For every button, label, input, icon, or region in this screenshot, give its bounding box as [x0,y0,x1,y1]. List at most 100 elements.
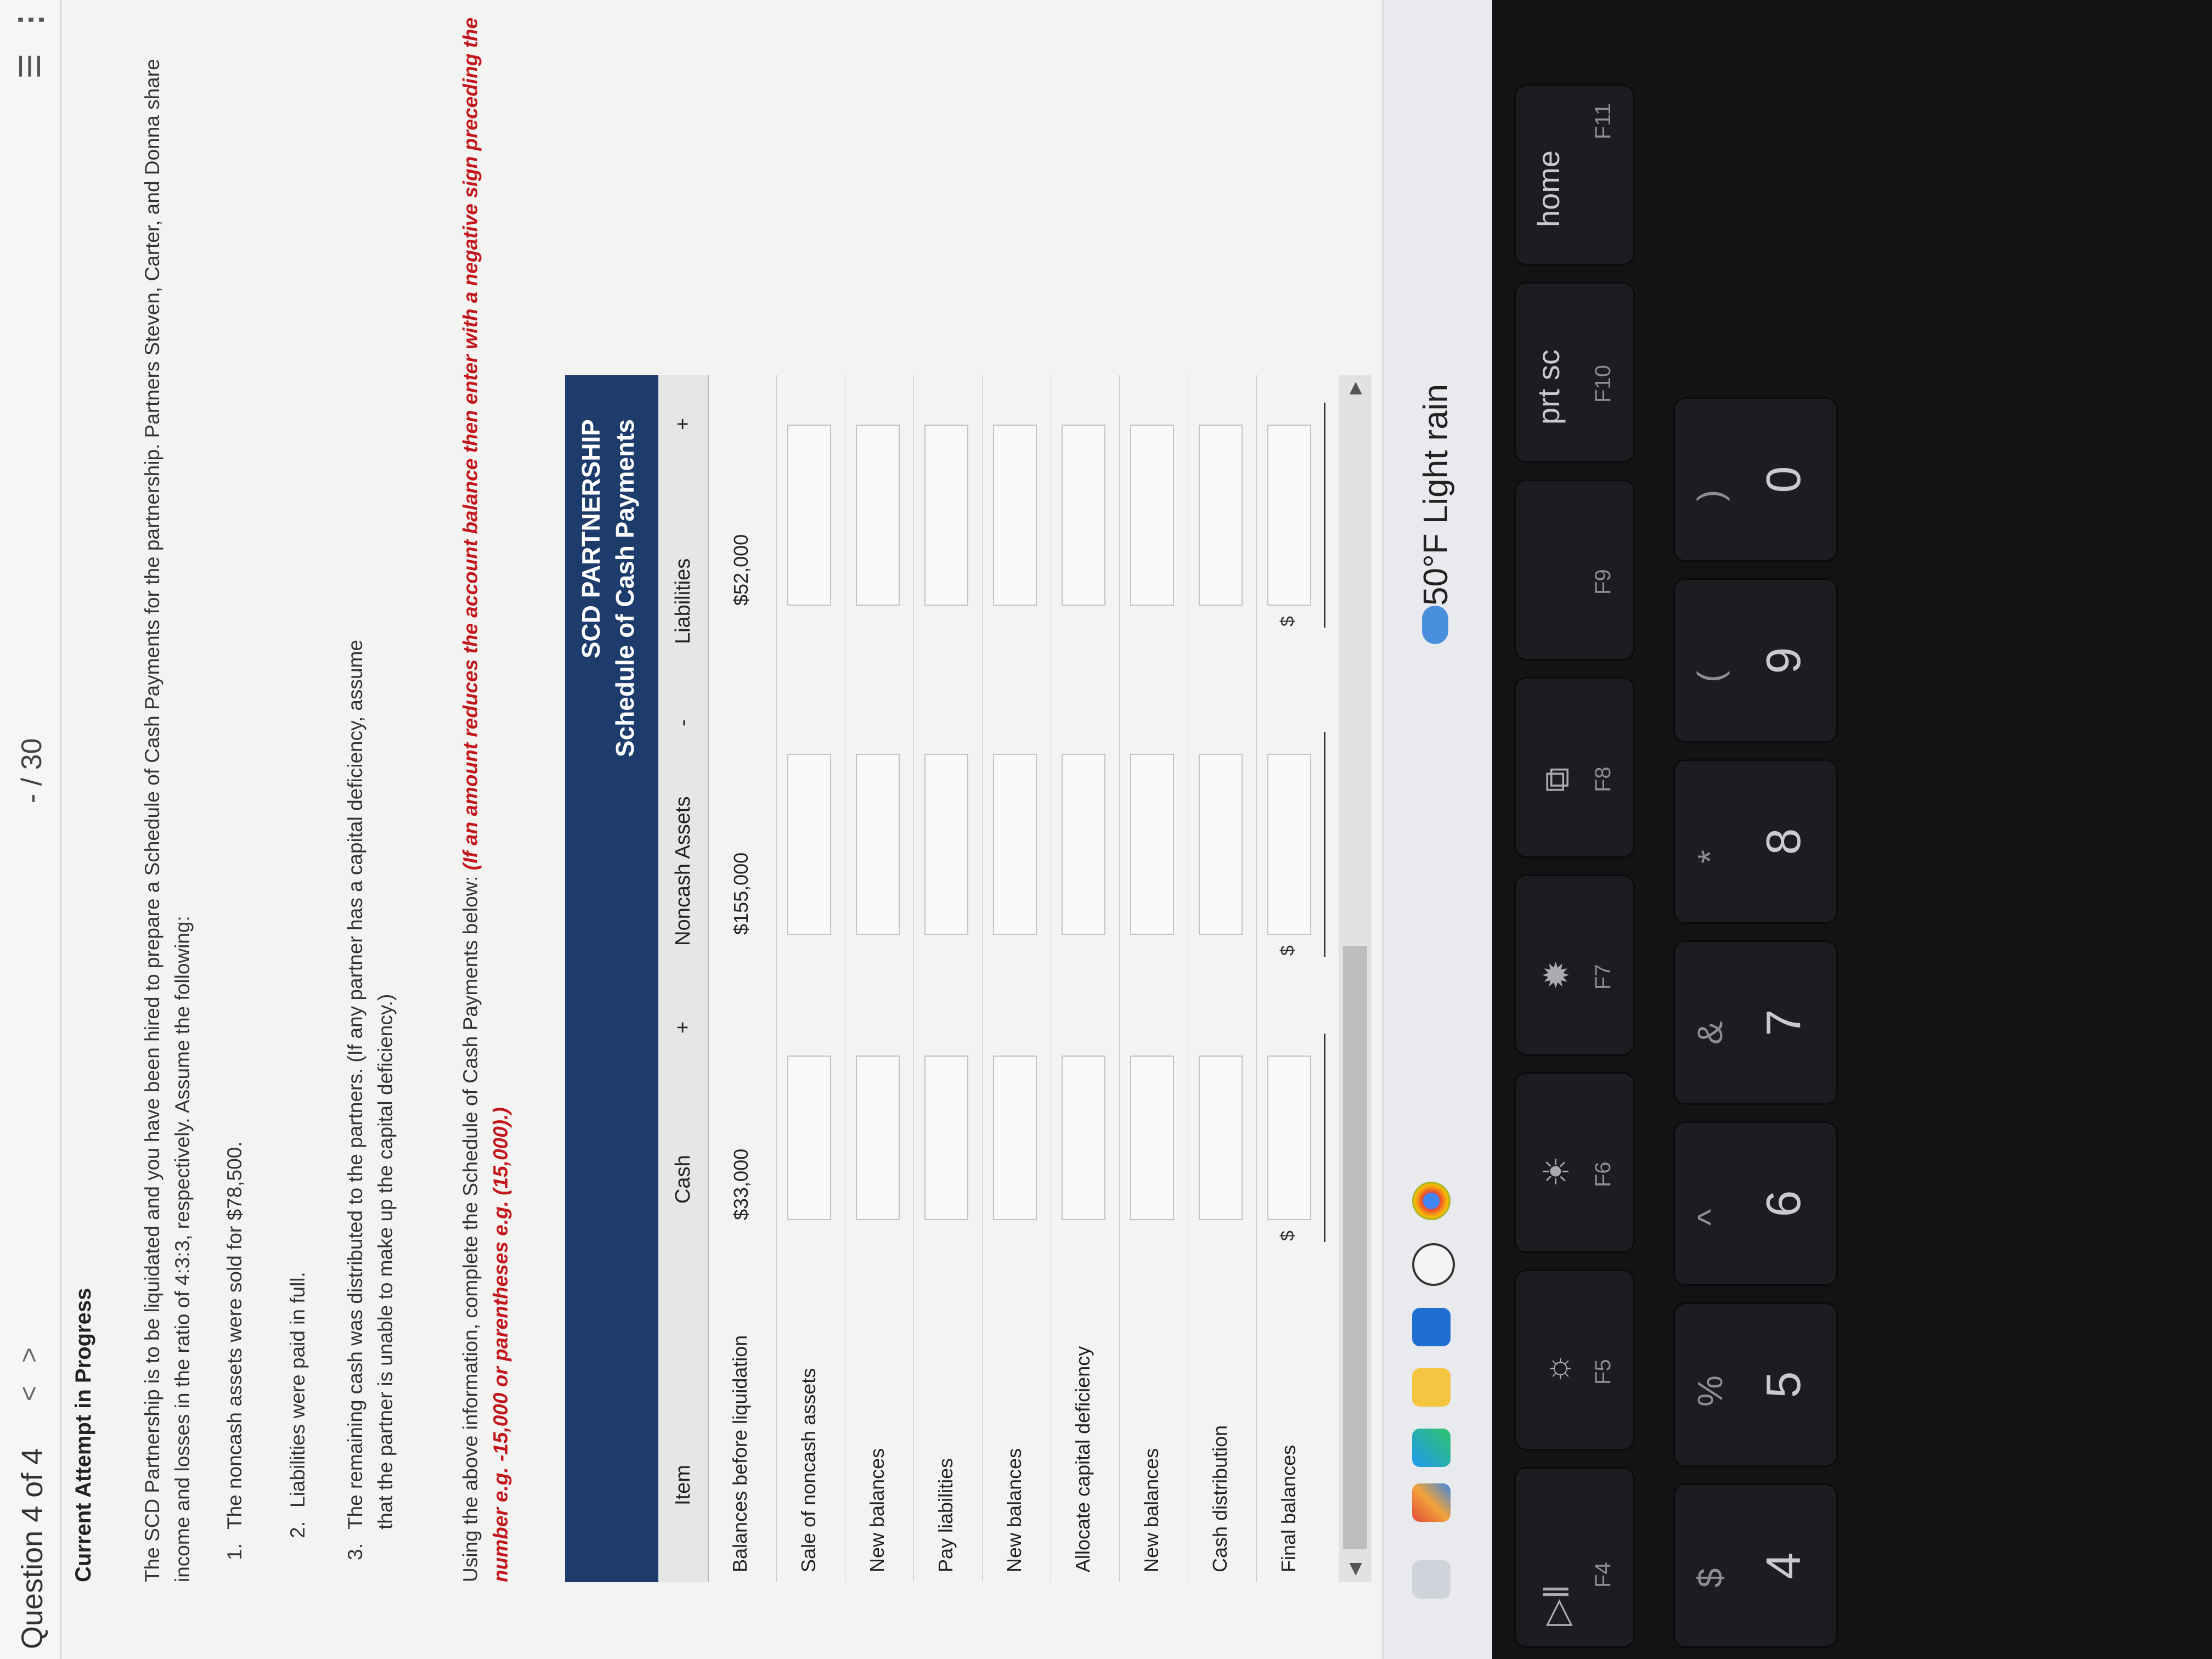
cash-input[interactable] [1199,1056,1243,1220]
play-pause-icon: ▷‖ [1537,1584,1576,1626]
header-cash: Cash [672,1155,695,1204]
noncash-value: $155,000 [730,852,752,935]
header-item: Item [672,1465,695,1505]
dell-icon[interactable] [1412,1243,1455,1286]
operator-plus: + [672,1021,695,1034]
windows-taskbar: 50°F Light rain [1383,0,1492,1659]
key-0[interactable]: ) 0 [1673,397,1838,562]
noncash-input[interactable] [993,754,1037,935]
problem-paragraph: The SCD Partnership is to be liquidated … [141,59,194,1582]
table-row: Allocate capital deficiency [1051,375,1120,1582]
total-underline [1324,1034,1325,1242]
key-f11[interactable]: home F11 [1514,84,1635,266]
cash-value: $33,000 [730,1148,752,1220]
next-question-button[interactable]: > [14,1347,44,1363]
table-row: Balances before liquidation $33,000 $155… [708,375,777,1582]
table-row: Pay liabilities [913,375,983,1582]
dollar-sign: $ [1277,945,1298,956]
total-underline [1324,732,1325,957]
noncash-input[interactable] [1267,754,1311,935]
table-title: SCD PARTNERSHIP [577,419,605,659]
key-f7[interactable]: ✹ F7 [1514,874,1635,1056]
more-options-icon[interactable]: ⋮ [12,4,48,35]
prev-question-button[interactable]: < [14,1386,44,1401]
display-switch-icon: ⧉ [1537,767,1576,792]
key-5[interactable]: % 5 [1673,1302,1838,1467]
scrollbar-thumb[interactable] [1343,946,1367,1549]
header-noncash: Noncash Assets [672,796,695,946]
liabilities-input[interactable] [993,425,1037,606]
key-9[interactable]: ( 9 [1673,578,1838,743]
cash-input[interactable] [1062,1056,1105,1220]
liabilities-input[interactable] [924,425,968,606]
key-f9[interactable]: F9 [1514,479,1635,661]
column-headers: Item Cash + Noncash Assets - Liabilities… [658,375,709,1582]
header-liabilities: Liabilities [672,558,695,644]
weather-temp: 50°F [1417,533,1455,606]
score-display: - / 30 [16,738,48,804]
key-f6[interactable]: ☀ F6 [1514,1072,1635,1253]
scroll-right-icon[interactable]: ▶ [1345,382,1364,394]
liabilities-input[interactable] [1199,425,1243,606]
task-view-icon[interactable] [1412,1560,1451,1599]
question-counter: Question 4 of 4 [16,1448,49,1649]
dollar-sign: $ [1277,1231,1298,1241]
laptop-screen: Question 4 of 4 < > - / 30 ☰ ⋮ Current A… [0,0,1492,1659]
cash-input[interactable] [1130,1056,1174,1220]
brightness-up-icon: ✹ [1537,960,1576,990]
chrome-icon[interactable] [1412,1182,1451,1220]
cash-input[interactable] [856,1056,900,1220]
instructions: Using the above information, complete th… [459,17,512,1582]
table-subtitle: Schedule of Cash Payments [611,419,639,758]
total-underline [1324,403,1325,628]
liabilities-input[interactable] [1267,425,1311,606]
key-6[interactable]: ^ 6 [1673,1121,1838,1286]
noncash-input[interactable] [787,754,831,935]
noncash-input[interactable] [1130,754,1174,935]
key-f8[interactable]: ⧉ F8 [1514,677,1635,858]
cash-input[interactable] [1267,1056,1311,1220]
table-row: Sale of noncash assets [776,375,845,1582]
liabilities-input[interactable] [1062,425,1105,606]
liabilities-input[interactable] [787,425,831,606]
liabilities-input[interactable] [856,425,900,606]
liabilities-input[interactable] [1130,425,1174,606]
attempt-status: Current Attempt in Progress [71,1288,95,1582]
key-f4[interactable]: ▷‖ F4 [1514,1467,1635,1648]
menu-icon[interactable]: ☰ [14,53,47,79]
operator-plus-2: + [672,417,695,430]
weather-widget[interactable]: 50°F Light rain [1417,384,1455,606]
noncash-input[interactable] [1062,754,1105,935]
cash-input[interactable] [924,1056,968,1220]
weather-cloud-icon [1422,606,1448,644]
schedule-table: SCD PARTNERSHIP Schedule of Cash Payment… [565,375,1492,1582]
dollar-sign: $ [1277,616,1298,627]
key-f10[interactable]: prt sc F10 [1514,282,1635,463]
table-row: New balances [1119,375,1188,1582]
table-row: New balances [982,375,1051,1582]
liabilities-value: $52,000 [730,534,752,606]
cash-input[interactable] [993,1056,1037,1220]
brightness-icon: ☀ [1537,1155,1576,1187]
question-topbar: Question 4 of 4 < > - / 30 ☰ ⋮ [0,0,61,1659]
weather-desc: Light rain [1417,384,1455,524]
key-8[interactable]: * 8 [1673,759,1838,924]
copilot-icon[interactable] [1412,1483,1451,1522]
outlook-icon[interactable] [1412,1308,1451,1346]
key-f5[interactable]: ☼ F5 [1514,1269,1635,1451]
table-row: New balances [845,375,914,1582]
noncash-input[interactable] [924,754,968,935]
noncash-input[interactable] [856,754,900,935]
laptop-keyboard: ▷‖ F4 ☼ F5 ☀ F6 ✹ F7 ⧉ F8 F9 prt sc F10 … [1492,0,2212,1659]
key-7[interactable]: & 7 [1673,940,1838,1105]
cash-input[interactable] [787,1056,831,1220]
file-explorer-icon[interactable] [1412,1368,1451,1407]
scroll-left-icon[interactable]: ◀ [1345,1563,1364,1576]
key-4[interactable]: $ 4 [1673,1483,1838,1648]
brightness-down-icon: ☼ [1537,1352,1576,1385]
edge-icon[interactable] [1412,1429,1451,1467]
table-row: Final balances $ $ $ [1256,375,1325,1582]
horizontal-scrollbar[interactable]: ◀ ▶ [1339,375,1372,1582]
table-row: Cash distribution [1188,375,1257,1582]
noncash-input[interactable] [1199,754,1243,935]
